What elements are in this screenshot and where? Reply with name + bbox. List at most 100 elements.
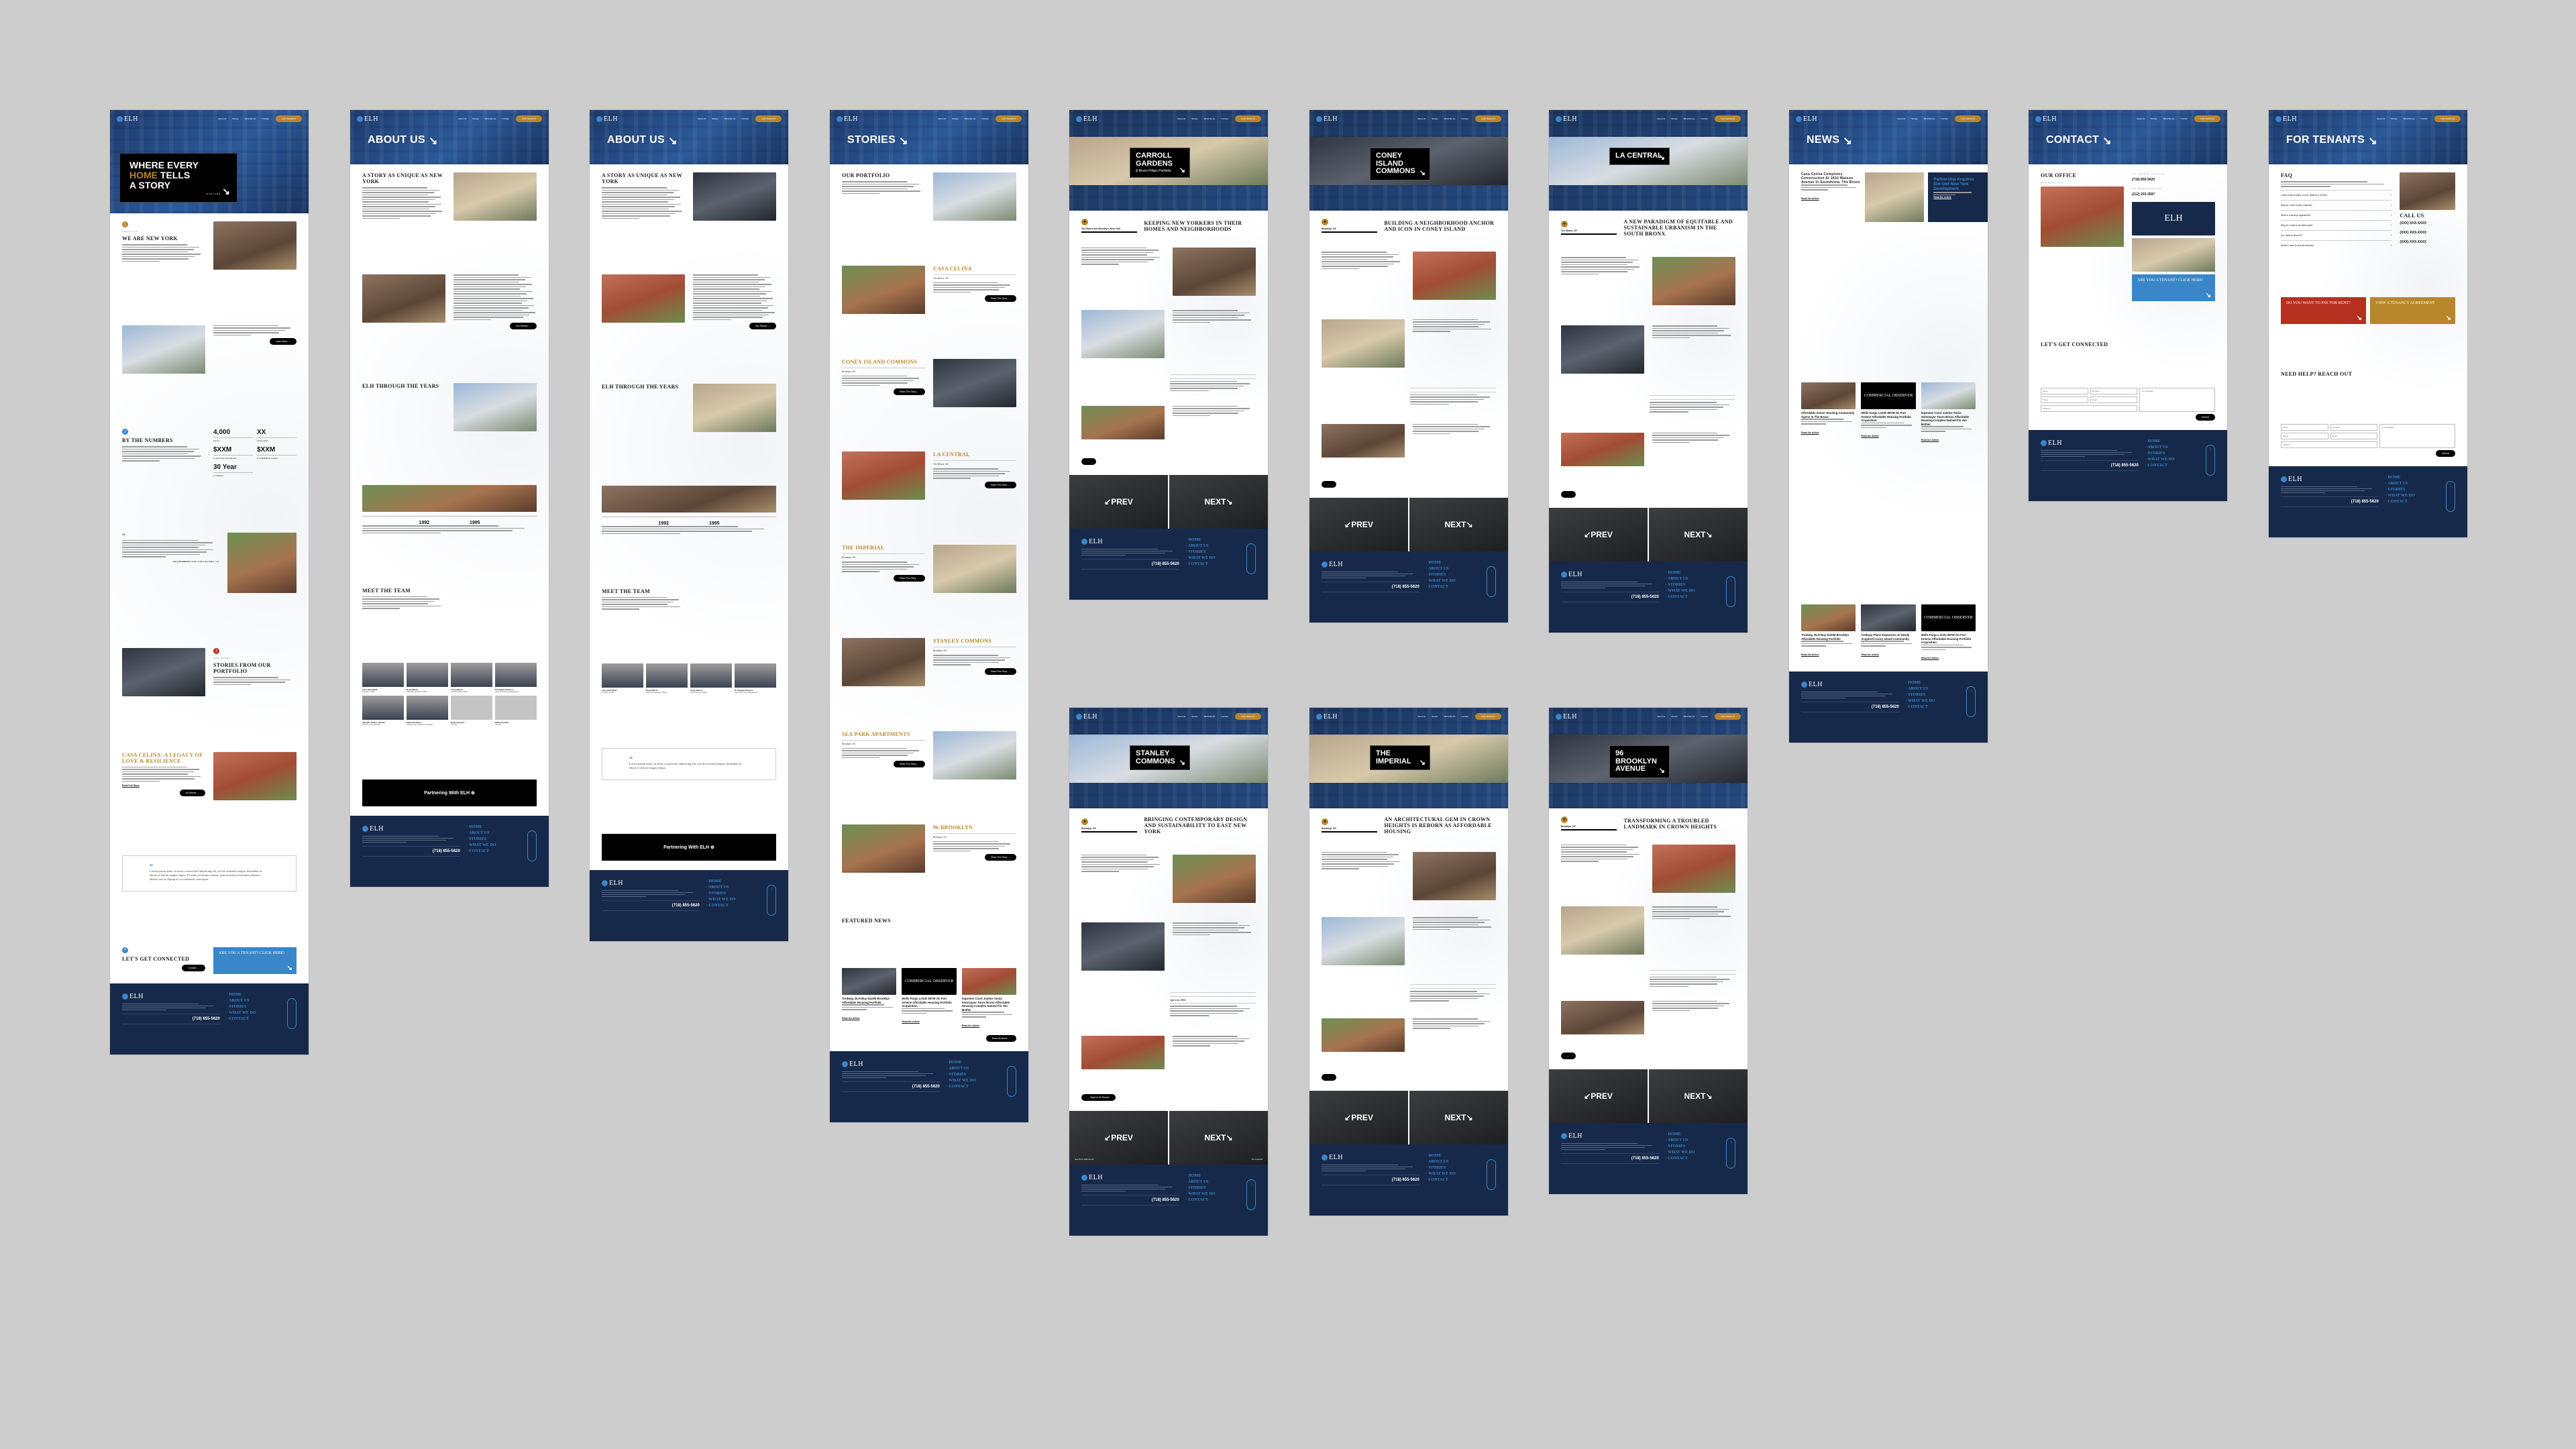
footer-link-stories[interactable]: · STORIES — [1666, 1144, 1735, 1148]
nav-link-about-us[interactable]: About Us — [698, 117, 706, 120]
news-card[interactable]: COMMERCIAL OBSERVER Wells Fargo Lends $97… — [1861, 382, 1916, 444]
footer-link-stories[interactable]: · STORIES — [1426, 1166, 1496, 1170]
footer-logo[interactable]: ELH — [1561, 1132, 1659, 1140]
for-tenants-button[interactable]: FOR TENANTS — [275, 115, 302, 122]
timeline-year[interactable]: 1992 — [658, 521, 669, 526]
faq-item[interactable]: What is a tenancy agreement? + — [2281, 209, 2392, 220]
next-project-button[interactable]: NEXT ↘ — [1649, 1069, 1748, 1123]
timeline-year[interactable]: 1995 — [470, 521, 480, 525]
footer-link-stories[interactable]: · STORIES — [947, 1073, 1016, 1077]
next-project-button[interactable]: NEXT ↘ — [1409, 498, 1508, 551]
footer-logo[interactable]: ELH — [2041, 439, 2139, 447]
timeline-year[interactable]: 1995 — [709, 521, 720, 526]
back-to-top-button[interactable]: ↑ — [2206, 445, 2215, 476]
footer-logo[interactable]: ELH — [842, 1061, 940, 1068]
footer-logo[interactable]: ELH — [1081, 538, 1179, 545]
footer-logo[interactable]: ELH — [2281, 476, 2379, 483]
footer-link-stories[interactable]: · STORIES — [2385, 488, 2455, 492]
footer-link-contact[interactable]: · CONTACT — [947, 1085, 1016, 1089]
footer-logo[interactable]: ELH — [122, 993, 220, 1000]
nav-link-what-we-do[interactable]: What We Do — [965, 117, 976, 120]
section-button[interactable]: Read The Story → — [894, 574, 925, 582]
back-to-top-button[interactable]: ↑ — [1966, 686, 1976, 717]
read-article-link[interactable]: Read the Article — [1861, 653, 1879, 656]
logo[interactable]: ELH — [1796, 115, 1817, 123]
contact-phone[interactable]: (718) 855-5620 — [2132, 178, 2215, 182]
nav-link-stories[interactable]: Stories — [1671, 117, 1677, 120]
footer-link-about-us[interactable]: · ABOUT US — [1186, 544, 1256, 548]
footer-link-about-us[interactable]: · ABOUT US — [1666, 1138, 1735, 1142]
nav-link-contact[interactable]: Contact — [1701, 715, 1708, 718]
footer-link-what-we-do[interactable]: · WHAT WE DO — [227, 1011, 297, 1015]
nav-link-about-us[interactable]: About Us — [2377, 117, 2385, 120]
footer-link-contact[interactable]: · CONTACT — [1666, 595, 1735, 599]
nav-link-about-us[interactable]: About Us — [1177, 715, 1185, 718]
nav-link-what-we-do[interactable]: What We Do — [1684, 715, 1695, 718]
for-tenants-button[interactable]: FOR TENANTS — [2194, 115, 2220, 122]
for-tenants-button[interactable]: FOR TENANTS — [1954, 115, 1981, 122]
nav-link-stories[interactable]: Stories — [1191, 715, 1197, 718]
nav-link-stories[interactable]: Stories — [1671, 715, 1677, 718]
form-field-subject[interactable]: Subject ▾ — [2041, 405, 2138, 412]
footer-link-about-us[interactable]: · ABOUT US — [2385, 482, 2455, 486]
nav-link-what-we-do[interactable]: What We Do — [1204, 117, 1216, 120]
news-card[interactable]: Supreme Court Justice Sonia Sotomayor To… — [1921, 382, 1976, 444]
partnering-banner[interactable]: Partnering With ELH ⊕ — [362, 779, 537, 806]
footer-link-home[interactable]: · HOME — [227, 993, 297, 997]
read-all-news-button[interactable]: Read All News → — [985, 1034, 1016, 1042]
logo[interactable]: ELH — [2035, 115, 2057, 123]
logo[interactable]: ELH — [837, 115, 858, 123]
footer-phone[interactable]: (718) 855-5620 — [602, 900, 700, 911]
logo[interactable]: ELH — [1556, 713, 1577, 720]
form-field-surname[interactable]: Surname — [2090, 388, 2138, 394]
tenant-cta-button[interactable]: ARE YOU A TENANT? CLICK HERE! ↘ — [213, 947, 297, 974]
nav-link-contact[interactable]: Contact — [742, 117, 749, 120]
back-to-top-button[interactable]: ↑ — [287, 998, 297, 1029]
nav-link-contact[interactable]: Contact — [2181, 117, 2188, 120]
section-button[interactable]: All Stories → — [179, 790, 205, 797]
nav-link-about-us[interactable]: About Us — [218, 117, 226, 120]
footer-link-what-we-do[interactable]: · WHAT WE DO — [1666, 1150, 1735, 1155]
faq-item[interactable]: Why do I need to be referenced? + — [2281, 219, 2392, 230]
nav-link-what-we-do[interactable]: What We Do — [1444, 715, 1456, 718]
prev-project-button[interactable]: ↙ PREV — [1309, 1091, 1408, 1144]
footer-link-about-us[interactable]: · ABOUT US — [467, 831, 537, 835]
footer-link-contact[interactable]: · CONTACT — [1426, 1178, 1496, 1182]
footer-link-contact[interactable]: · CONTACT — [467, 849, 537, 853]
next-project-button[interactable]: NEXT ↘ — [1409, 1091, 1508, 1144]
footer-link-home[interactable]: · HOME — [1426, 1154, 1496, 1158]
for-tenants-button[interactable]: FOR TENANTS — [1714, 713, 1741, 720]
footer-phone[interactable]: (718) 855-5620 — [1561, 1153, 1659, 1164]
nav-link-contact[interactable]: Contact — [502, 117, 509, 120]
nav-link-contact[interactable]: Contact — [982, 117, 989, 120]
nav-link-stories[interactable]: Stories — [2151, 117, 2157, 120]
tenant-action-button[interactable]: DO YOU WANT TO PAY FOR RENT? ↘ — [2281, 297, 2366, 324]
nav-link-about-us[interactable]: About Us — [1177, 117, 1185, 120]
for-tenants-button[interactable]: FOR TENANTS — [995, 115, 1022, 122]
nav-link-about-us[interactable]: About Us — [458, 117, 466, 120]
nav-link-contact[interactable]: Contact — [1222, 715, 1228, 718]
for-tenants-button[interactable]: FOR TENANTS — [755, 115, 782, 122]
nav-link-contact[interactable]: Contact — [1222, 117, 1228, 120]
timeline-track[interactable] — [362, 516, 537, 517]
back-to-top-button[interactable]: ↑ — [767, 885, 776, 916]
footer-link-about-us[interactable]: · ABOUT US — [947, 1067, 1016, 1071]
nav-link-about-us[interactable]: About Us — [2137, 117, 2145, 120]
nav-link-what-we-do[interactable]: What We Do — [1204, 715, 1216, 718]
footer-link-what-we-do[interactable]: · WHAT WE DO — [2385, 494, 2455, 498]
footer-link-contact[interactable]: · CONTACT — [1666, 1157, 1735, 1161]
footer-link-stories[interactable]: · STORIES — [1186, 550, 1256, 554]
for-tenants-button[interactable]: FOR TENANTS — [2434, 115, 2461, 122]
faq-item[interactable]: I need to find a place to rent. What do … — [2281, 189, 2392, 200]
faq-item[interactable]: What if I want to end the tenancy? + — [2281, 239, 2392, 250]
footer-link-about-us[interactable]: · ABOUT US — [1186, 1180, 1256, 1184]
section-button[interactable]: Read The Story → — [894, 761, 925, 768]
featured-news-card[interactable]: Partnership Acquires 816-Unit New York D… — [1928, 172, 1988, 222]
footer-link-stories[interactable]: · STORIES — [467, 837, 537, 841]
tenant-cta-button[interactable]: ARE YOU A TENANT? CLICK HERE! ↘ — [2132, 274, 2215, 301]
submit-button[interactable]: Submit — [2196, 414, 2215, 421]
form-field-name[interactable]: Name — [2281, 423, 2328, 431]
message-field[interactable]: Your Message ... — [2139, 388, 2215, 412]
read-article-link[interactable]: Read the Article — [1921, 657, 1939, 659]
nav-link-stories[interactable]: Stories — [1911, 117, 1917, 120]
